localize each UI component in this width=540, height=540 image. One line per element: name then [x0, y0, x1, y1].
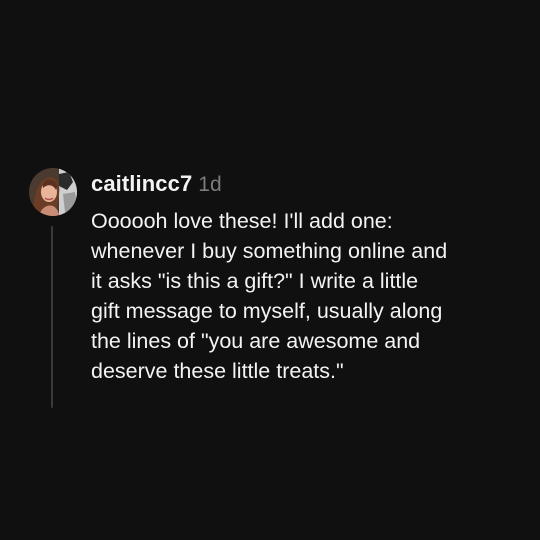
- comment-text-line: the lines of "you are awesome and: [91, 329, 421, 353]
- user-avatar-photo-icon: [29, 168, 77, 216]
- avatar[interactable]: [29, 168, 77, 216]
- screen: caitlincc7 1d Oooooh love these! I'll ad…: [0, 0, 540, 540]
- comment-text-line: it asks "is this a gift?" I write a litt…: [91, 269, 419, 293]
- comment-text-line: whenever I buy something online and: [91, 239, 448, 263]
- comment-text-line: Oooooh love these! I'll add one:: [91, 209, 393, 233]
- comment-item: caitlincc7 1d Oooooh love these! I'll ad…: [0, 0, 540, 540]
- comment-header: caitlincc7 1d: [91, 171, 222, 197]
- comment-text-line: gift message to myself, usually along: [91, 299, 443, 323]
- thread-line: [51, 226, 53, 408]
- comment-text: Oooooh love these! I'll add one: wheneve…: [91, 206, 521, 386]
- comment-text-line: deserve these little treats.": [91, 359, 344, 383]
- username[interactable]: caitlincc7: [91, 171, 192, 197]
- timestamp: 1d: [198, 173, 222, 196]
